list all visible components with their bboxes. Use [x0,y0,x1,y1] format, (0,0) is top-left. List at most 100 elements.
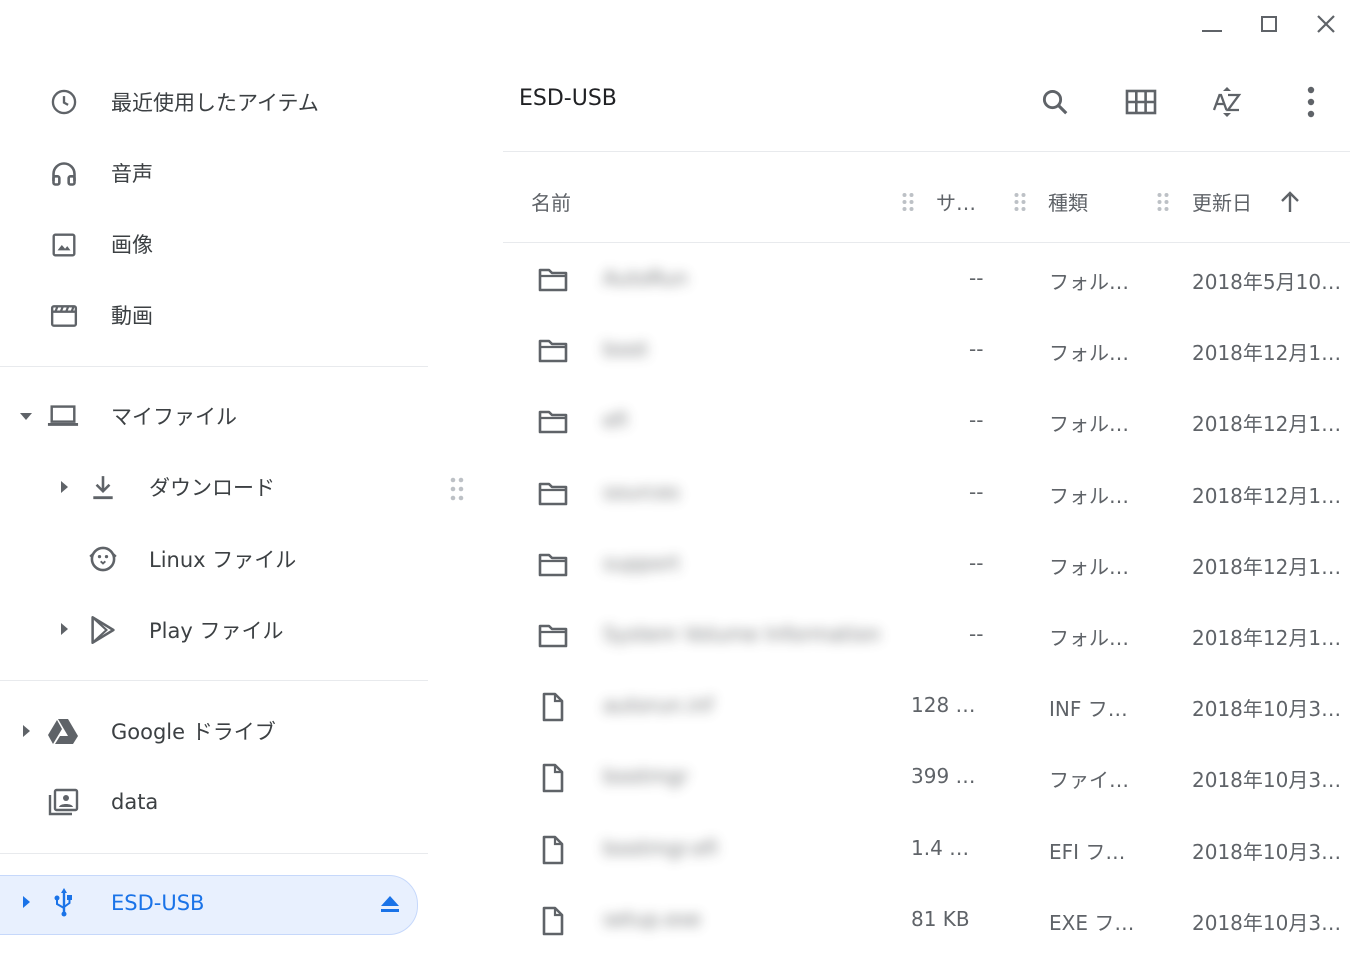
file-row[interactable]: boot -- フォル… 2018年12月1… [503,315,1350,386]
grid-view-button[interactable] [1119,80,1163,124]
file-type: フォル… [1049,626,1129,650]
eject-icon[interactable] [374,888,406,920]
column-resize-handle[interactable] [1013,192,1027,212]
sidebar-item-label: 最近使用したアイテム [111,91,319,115]
file-row[interactable]: sources -- フォル… 2018年12月1… [503,458,1350,529]
laptop-icon [47,400,79,432]
file-row[interactable]: setup.exe 81 KB EXE フ… 2018年10月3… [503,885,1350,956]
file-row[interactable]: autorun.inf 128 … INF フ… 2018年10月3… [503,671,1350,742]
sort-ascending-icon[interactable] [1279,190,1301,214]
sidebar-item-label: ダウンロード [149,476,275,500]
file-row[interactable]: System Volume Information -- フォル… 2018年12月1… [503,600,1350,671]
usb-icon [48,886,80,918]
file-row[interactable]: bootmgr.efi 1.4 … EFI フ… 2018年10月3… [503,814,1350,885]
sidebar-item-label: Play ファイル [149,619,284,643]
sort-button[interactable] [1205,80,1249,124]
folder-icon [537,549,569,581]
file-date: 2018年10月3… [1192,839,1342,864]
file-size: -- [969,550,984,575]
file-type: EXE フ… [1049,910,1135,935]
column-header-divider [503,242,1350,243]
file-date: 2018年12月1… [1192,483,1342,508]
image-icon [48,229,80,261]
folder-icon [537,478,569,510]
file-type: フォル… [1049,412,1129,437]
file-type: フォル… [1049,341,1129,366]
column-header-size[interactable]: サ… [936,187,976,216]
file-row[interactable]: AutoRun -- フォル… 2018年5月10… [503,244,1350,315]
file-name: boot [603,337,649,362]
header-divider [503,151,1350,152]
caret-right-icon[interactable] [18,723,34,739]
file-date: 2018年5月10… [1192,270,1342,294]
search-button[interactable] [1033,80,1077,124]
sidebar-item-label: 音声 [111,162,153,186]
file-type: フォル… [1049,554,1129,579]
maximize-icon [1261,16,1277,32]
file-name: System Volume Information [603,622,881,646]
file-size: 128 … [911,693,976,718]
caret-down-icon[interactable] [18,408,34,424]
penguin-icon [87,543,119,575]
caret-right-icon[interactable] [56,479,72,495]
file-name: autorun.inf [603,693,714,718]
sidebar-divider [0,366,428,367]
file-name: AutoRun [603,266,688,290]
clock-icon [48,86,80,118]
file-size: 81 KB [911,906,970,931]
caret-right-icon[interactable] [18,894,34,910]
file-name: sources [603,479,680,504]
file-size: -- [969,622,984,646]
column-resize-handle[interactable] [1156,192,1170,212]
caret-right-icon[interactable] [56,621,72,637]
sidebar-divider [0,680,428,681]
more-options-button[interactable] [1289,80,1333,124]
headphones-icon [48,158,80,190]
file-row[interactable]: bootmgr 399 … ファイ… 2018年10月3… [503,742,1350,813]
column-header-modified[interactable]: 更新日 [1192,187,1252,216]
folder-icon [537,406,569,438]
google-drive-icon [47,715,79,747]
column-header-type[interactable]: 種類 [1048,187,1088,216]
maximize-button[interactable] [1251,8,1287,40]
sidebar-item-label: 動画 [111,304,153,328]
file-name: setup.exe [603,906,701,931]
file-date: 2018年10月3… [1192,768,1342,793]
play-store-icon [87,614,119,646]
column-header-name[interactable]: 名前 [531,187,571,216]
file-date: 2018年12月1… [1192,554,1342,579]
film-icon [48,300,80,332]
folder-icon [537,620,569,652]
file-icon [537,834,569,866]
file-size: -- [969,337,984,362]
file-type: フォル… [1049,270,1129,294]
sidebar-divider [0,853,428,854]
file-size: -- [969,408,984,433]
file-name: support [603,550,680,575]
file-icon [537,762,569,794]
file-date: 2018年12月1… [1192,626,1342,650]
file-date: 2018年10月3… [1192,697,1342,722]
sidebar-item-label: 画像 [111,233,153,257]
close-icon [1317,15,1335,33]
file-type: INF フ… [1049,697,1128,722]
file-row[interactable]: efi -- フォル… 2018年12月1… [503,386,1350,457]
file-name: bootmgr.efi [603,835,718,860]
file-row[interactable]: support -- フォル… 2018年12月1… [503,529,1350,600]
close-button[interactable] [1308,8,1344,40]
file-size: 1.4 … [911,835,970,860]
sidebar-item-label: Google ドライブ [111,720,276,744]
folder-icon [537,264,569,296]
minimize-button[interactable] [1194,8,1230,40]
sidebar-item-label: data [111,790,159,814]
more-vert-icon [1307,86,1315,118]
file-size: -- [969,266,984,290]
sidebar-item-label: ESD-USB [111,891,205,915]
minimize-icon [1202,30,1222,32]
column-resize-handle[interactable] [901,192,915,212]
photo-library-icon [47,786,79,818]
file-date: 2018年12月1… [1192,341,1342,366]
file-icon [537,691,569,723]
sidebar-resize-handle[interactable] [449,476,465,502]
file-type: フォル… [1049,483,1129,508]
